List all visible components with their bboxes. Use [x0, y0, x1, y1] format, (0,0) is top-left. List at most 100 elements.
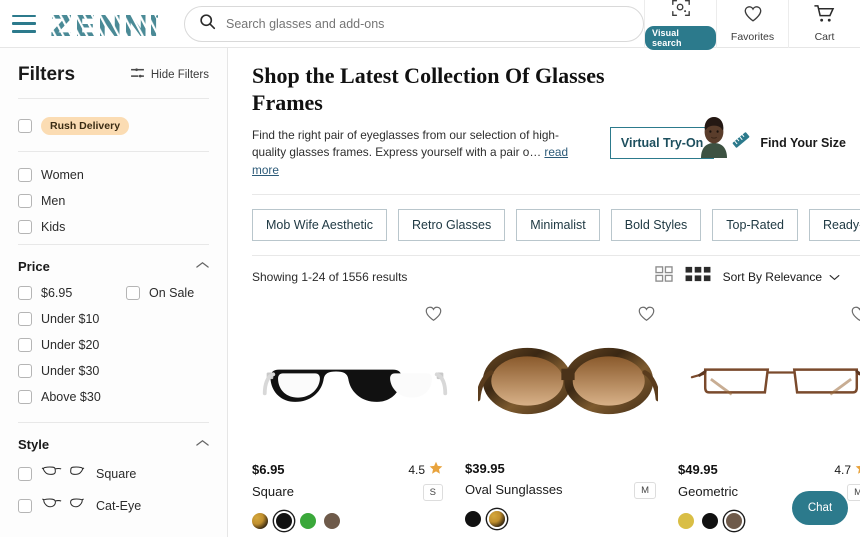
swatch-black[interactable]: [702, 513, 718, 530]
chip-minimalist[interactable]: Minimalist: [516, 209, 600, 242]
checkbox[interactable]: [18, 338, 32, 352]
swatch-green[interactable]: [300, 513, 316, 530]
filters-header: Filters Hide Filters: [18, 48, 209, 98]
virtual-tryon-button[interactable]: Virtual Try-On: [609, 116, 728, 159]
product-grid: $6.95 4.5 Square S $39.95 Oval Sunglasse…: [252, 297, 860, 530]
product-price: $6.95: [252, 462, 285, 478]
filter-label: Men: [41, 194, 66, 208]
sliders-icon: [130, 66, 144, 84]
header-actions: Visual search Favorites Cart: [644, 0, 860, 50]
find-your-size-label: Find Your Size: [760, 135, 846, 150]
filter-label: $6.95: [41, 286, 73, 300]
filter-on-sale[interactable]: On Sale: [126, 280, 194, 306]
favorites-button[interactable]: Favorites: [716, 0, 788, 48]
favorite-heart-icon[interactable]: [637, 305, 656, 327]
sort-dropdown[interactable]: Sort By Relevance: [723, 270, 840, 284]
filter-style-square[interactable]: Square: [18, 458, 209, 490]
chip-mob-wife-aesthetic[interactable]: Mob Wife Aesthetic: [252, 209, 387, 242]
filter-style-cateye[interactable]: Cat-Eye: [18, 490, 209, 522]
swatch-gold[interactable]: [678, 513, 694, 530]
chevron-up-icon[interactable]: [196, 261, 209, 272]
cart-button[interactable]: Cart: [788, 0, 860, 48]
product-image-geometric[interactable]: [678, 301, 860, 461]
price-section-title: Price: [18, 259, 50, 274]
chip-top-rated[interactable]: Top-Rated: [712, 209, 798, 242]
product-card[interactable]: $6.95 4.5 Square S: [252, 301, 457, 530]
chip-retro-glasses[interactable]: Retro Glasses: [398, 209, 506, 242]
filter-label: Above $30: [41, 390, 101, 404]
checkbox[interactable]: [18, 119, 32, 133]
price-row: $49.95 4.7: [678, 461, 860, 478]
zenni-logo[interactable]: [50, 11, 158, 37]
hide-filters-label: Hide Filters: [150, 69, 209, 81]
product-card[interactable]: $39.95 Oval Sunglasses M: [465, 301, 670, 529]
search-input[interactable]: [226, 16, 629, 31]
product-name: Geometric: [678, 484, 738, 500]
product-image-square[interactable]: [252, 301, 457, 461]
chevron-up-icon[interactable]: [196, 439, 209, 450]
filter-label: Kids: [41, 220, 66, 234]
size-badge: M: [847, 484, 860, 502]
chat-button[interactable]: Chat: [792, 491, 848, 525]
favorite-heart-icon[interactable]: [424, 305, 443, 327]
chip-bold-styles[interactable]: Bold Styles: [610, 209, 702, 242]
swatch-black[interactable]: [276, 513, 292, 530]
search-bar[interactable]: [184, 5, 644, 42]
product-meta: $39.95 Oval Sunglasses M: [465, 461, 670, 528]
swatch-black[interactable]: [465, 511, 481, 528]
name-row: Oval Sunglasses M: [465, 482, 656, 500]
checkbox[interactable]: [18, 286, 32, 300]
checkbox[interactable]: [126, 286, 140, 300]
filter-label: Under $20: [41, 338, 100, 352]
filter-label: Cat-Eye: [96, 499, 142, 513]
checkbox[interactable]: [18, 499, 32, 513]
style-section-title: Style: [18, 437, 50, 452]
favorite-heart-icon[interactable]: [850, 305, 860, 327]
filters-sidebar: Filters Hide Filters Rush Delivery Women…: [0, 48, 228, 537]
view-toggle-group: Sort By Relevance: [654, 266, 840, 287]
checkbox[interactable]: [18, 168, 32, 182]
filters-title: Filters: [18, 64, 76, 85]
visual-search-button[interactable]: Visual search: [644, 0, 716, 50]
hamburger-menu-icon[interactable]: [12, 14, 36, 33]
product-price: $39.95: [465, 461, 505, 477]
site-header: Visual search Favorites: [0, 0, 860, 50]
filter-price-under-20[interactable]: Under $20: [18, 332, 126, 358]
checkbox[interactable]: [18, 364, 32, 378]
checkbox[interactable]: [18, 220, 32, 234]
hide-filters-button[interactable]: Hide Filters: [130, 66, 209, 84]
filter-kids[interactable]: Kids: [18, 214, 209, 240]
swatch-brown[interactable]: [324, 513, 340, 530]
swatch-tortoise[interactable]: [489, 511, 505, 528]
filter-rush-delivery[interactable]: Rush Delivery: [18, 111, 209, 141]
star-icon: [855, 461, 860, 478]
grid-2-col-icon[interactable]: [654, 266, 673, 287]
star-icon: [429, 461, 443, 478]
filter-label: Women: [41, 168, 84, 182]
chip-ready-to-wear[interactable]: Ready-to-W: [808, 209, 860, 242]
grid-3-col-icon[interactable]: [685, 266, 711, 287]
swatch-brown[interactable]: [726, 513, 742, 530]
price-section-header[interactable]: Price: [18, 245, 209, 280]
product-image-oval-sunglasses[interactable]: [465, 301, 670, 461]
checkbox[interactable]: [18, 194, 32, 208]
visual-search-label: Visual search: [645, 25, 716, 50]
find-your-size-button[interactable]: Find Your Size: [730, 129, 846, 156]
checkbox[interactable]: [18, 467, 32, 481]
checkbox[interactable]: [18, 312, 32, 326]
model-photo: [691, 114, 737, 158]
swatch-tortoise[interactable]: [252, 513, 268, 530]
filter-men[interactable]: Men: [18, 188, 209, 214]
filter-price-above-30[interactable]: Above $30: [18, 384, 126, 410]
intro-text: Find the right pair of eyeglasses from o…: [252, 127, 559, 160]
chevron-down-icon: [829, 270, 840, 284]
rating-value: 4.5: [408, 462, 425, 477]
filter-price-under-30[interactable]: Under $30: [18, 358, 126, 384]
filter-price-under-10[interactable]: Under $10: [18, 306, 126, 332]
color-swatches: [465, 511, 656, 528]
style-section-header[interactable]: Style: [18, 423, 209, 458]
filter-women[interactable]: Women: [18, 162, 209, 188]
filter-price-695[interactable]: $6.95: [18, 280, 126, 306]
checkbox[interactable]: [18, 390, 32, 404]
cart-label: Cart: [814, 31, 835, 43]
